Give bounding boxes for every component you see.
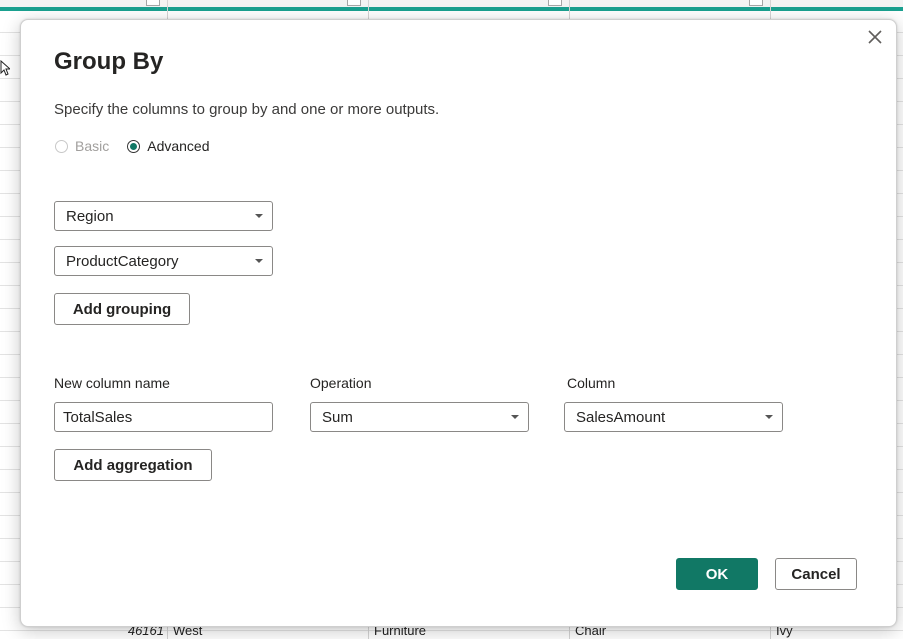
radio-basic-indicator [55,139,68,153]
mode-radio-group: Basic Advanced [55,138,228,154]
background-accent-bar [0,7,903,11]
column-filter-icon[interactable] [146,0,160,6]
grouping-select-productcategory[interactable]: ProductCategory [54,246,273,276]
grouping-select-value: Region [66,207,114,225]
column-select[interactable]: SalesAmount [564,402,783,432]
grouping-select-value: ProductCategory [66,252,179,270]
column-label: Column [567,375,616,391]
add-aggregation-button[interactable]: Add aggregation [54,449,212,481]
add-grouping-button[interactable]: Add grouping [54,293,190,325]
chevron-down-icon [511,415,519,419]
radio-basic-label: Basic [75,138,110,154]
column-filter-icon[interactable] [548,0,562,6]
radio-advanced[interactable]: Advanced [127,138,210,154]
column-filter-icon[interactable] [347,0,361,6]
grouping-select-region[interactable]: Region [54,201,273,231]
mouse-cursor-icon [0,59,12,79]
radio-advanced-label: Advanced [147,138,210,154]
chevron-down-icon [765,415,773,419]
dialog-description: Specify the columns to group by and one … [54,101,440,118]
operation-select-value: Sum [322,408,353,426]
radio-basic[interactable]: Basic [55,138,109,154]
new-column-name-label: New column name [54,375,170,391]
close-icon[interactable] [864,26,886,48]
chevron-down-icon [255,259,263,263]
column-select-value: SalesAmount [576,408,666,426]
operation-label: Operation [310,375,372,391]
dialog-title: Group By [54,48,164,75]
operation-select[interactable]: Sum [310,402,529,432]
new-column-name-input[interactable] [54,402,273,432]
radio-advanced-indicator [127,139,141,153]
cancel-button[interactable]: Cancel [775,558,857,590]
group-by-dialog: Group By Specify the columns to group by… [20,19,897,627]
ok-button[interactable]: OK [676,558,758,590]
chevron-down-icon [255,214,263,218]
column-filter-icon[interactable] [749,0,763,6]
